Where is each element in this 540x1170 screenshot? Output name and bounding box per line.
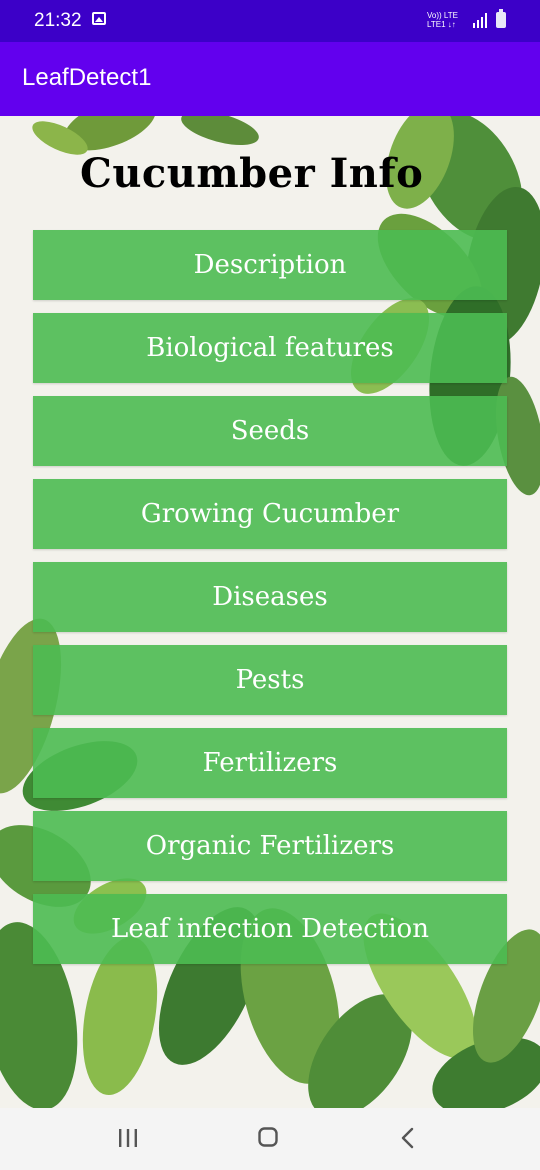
home-icon[interactable]	[258, 1127, 278, 1147]
battery-icon	[496, 9, 506, 28]
biological-features-button[interactable]: Biological features	[33, 313, 507, 383]
app-title: LeafDetect1	[22, 64, 152, 91]
page-title: Cucumber Info	[80, 150, 424, 197]
diseases-button[interactable]: Diseases	[33, 562, 507, 632]
fertilizers-button[interactable]: Fertilizers	[33, 728, 507, 798]
description-button[interactable]: Description	[33, 230, 507, 300]
status-bar: 21:32 Vo)) LTE LTE1 ↓↑	[0, 0, 540, 42]
network-indicator: Vo)) LTE LTE1 ↓↑	[427, 11, 458, 29]
status-time: 21:32	[34, 10, 82, 31]
screen: 21:32 Vo)) LTE LTE1 ↓↑ LeafDetect1 Cucum…	[0, 0, 540, 1170]
navigation-bar	[0, 1108, 540, 1170]
network-line-1: Vo)) LTE	[427, 11, 458, 20]
organic-fertilizers-button[interactable]: Organic Fertilizers	[33, 811, 507, 881]
seeds-button[interactable]: Seeds	[33, 396, 507, 466]
gallery-notification-icon	[92, 12, 106, 25]
growing-cucumber-button[interactable]: Growing Cucumber	[33, 479, 507, 549]
leaf-infection-detection-button[interactable]: Leaf infection Detection	[33, 894, 507, 964]
network-line-2: LTE1 ↓↑	[427, 20, 456, 29]
content-area: Cucumber Info Description Biological fea…	[0, 116, 540, 1108]
pests-button[interactable]: Pests	[33, 645, 507, 715]
signal-icon	[473, 13, 487, 28]
app-bar: LeafDetect1	[0, 42, 540, 116]
back-icon[interactable]	[398, 1127, 418, 1149]
recents-icon[interactable]	[118, 1129, 138, 1147]
